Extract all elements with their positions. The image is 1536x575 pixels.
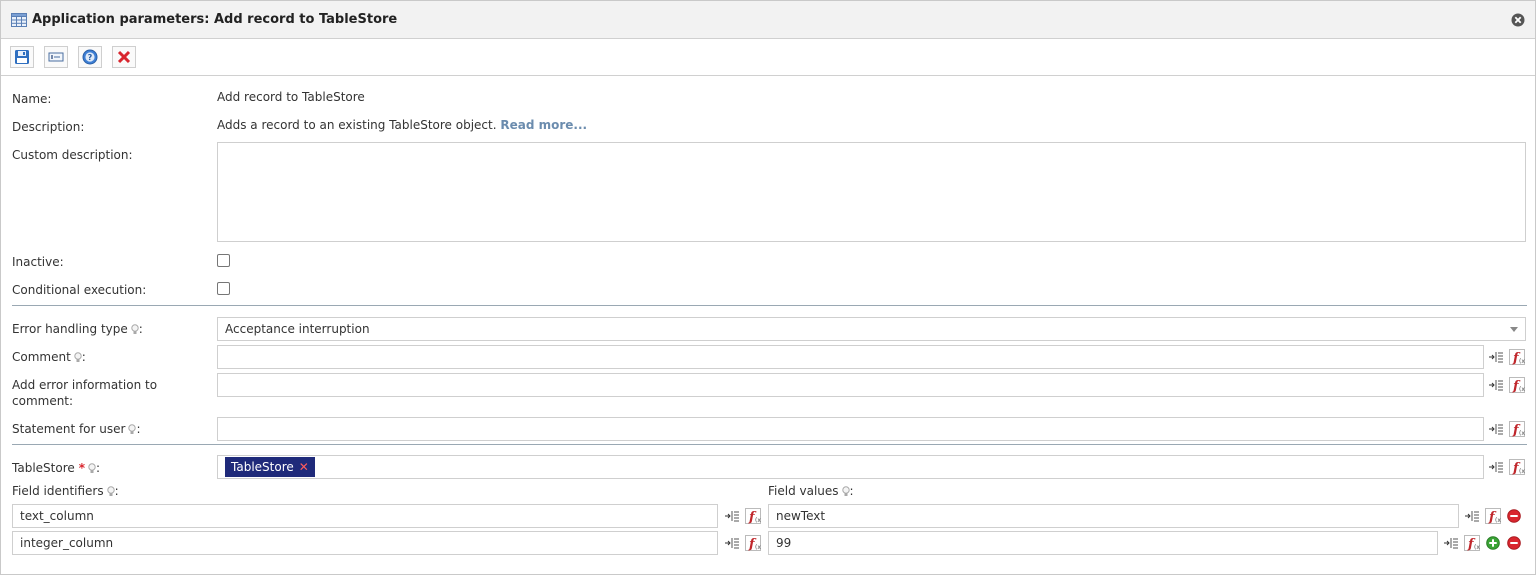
read-more-link[interactable]: Read more...	[500, 118, 587, 132]
svg-text:(x): (x)	[755, 517, 761, 524]
colon: :	[81, 350, 86, 364]
colon: :	[849, 484, 854, 498]
field-identifier-input[interactable]: text_column	[12, 504, 718, 528]
formula-icon[interactable]: f(x)	[1509, 377, 1525, 393]
conditional-execution-checkbox[interactable]	[217, 282, 230, 295]
custom-description-textarea[interactable]	[217, 142, 1526, 242]
statement-label: Statement for user:	[12, 422, 141, 436]
hint-bulb-icon[interactable]	[74, 352, 82, 363]
inactive-label: Inactive:	[12, 255, 64, 269]
help-icon: ?	[82, 49, 98, 65]
tag-remove-icon[interactable]: ✕	[299, 460, 309, 474]
comment-label-text: Comment	[12, 350, 71, 364]
colon: :	[96, 461, 101, 475]
statement-input[interactable]	[217, 417, 1484, 441]
red-x-icon	[117, 50, 131, 64]
error-handling-select[interactable]: Acceptance interruption	[217, 317, 1526, 341]
field-identifiers-label-text: Field identifiers	[12, 484, 104, 498]
field-values-label: Field values:	[768, 484, 854, 498]
tablestore-label: TableStore *:	[12, 461, 100, 475]
formula-icon[interactable]: f(x)	[1509, 421, 1525, 437]
svg-text:(x): (x)	[1519, 430, 1525, 437]
field-identifier-input[interactable]: integer_column	[12, 531, 718, 555]
svg-text:(x): (x)	[1495, 517, 1501, 524]
comment-label: Comment:	[12, 350, 86, 364]
formula-icon[interactable]: f(x)	[1485, 508, 1501, 524]
hint-bulb-icon[interactable]	[841, 486, 850, 497]
table-icon	[11, 13, 27, 27]
hint-bulb-icon[interactable]	[106, 486, 115, 497]
description-value: Adds a record to an existing TableStore …	[217, 118, 587, 132]
svg-text:(x): (x)	[1474, 544, 1480, 551]
add-error-input[interactable]	[217, 373, 1484, 397]
insert-variable-icon[interactable]	[1488, 459, 1504, 475]
formula-icon[interactable]: f(x)	[745, 535, 761, 551]
svg-text:(x): (x)	[1519, 468, 1525, 475]
add-row-icon[interactable]	[1486, 536, 1500, 550]
floppy-icon	[15, 50, 29, 64]
add-error-label-line2: comment:	[12, 394, 74, 408]
add-error-label-line1: Add error information to	[12, 378, 158, 392]
insert-variable-icon[interactable]	[1488, 377, 1504, 393]
inactive-checkbox[interactable]	[217, 254, 230, 267]
input-field-icon	[48, 52, 64, 62]
description-label: Description:	[12, 120, 85, 134]
insert-variable-icon[interactable]	[1443, 535, 1459, 551]
tablestore-label-text: TableStore	[12, 461, 75, 475]
hint-bulb-icon[interactable]	[88, 463, 96, 474]
comment-input[interactable]	[217, 345, 1484, 369]
field-value-input[interactable]: 99	[768, 531, 1438, 555]
remove-row-icon[interactable]	[1507, 509, 1521, 523]
svg-text:(x): (x)	[1519, 358, 1525, 365]
error-handling-value: Acceptance interruption	[225, 322, 370, 336]
insert-variable-icon[interactable]	[724, 535, 740, 551]
hint-bulb-icon[interactable]	[131, 324, 139, 335]
field-identifiers-label: Field identifiers:	[12, 484, 119, 498]
statement-label-text: Statement for user	[12, 422, 126, 436]
error-handling-label-text: Error handling type	[12, 322, 128, 336]
formula-icon[interactable]: f(x)	[1509, 349, 1525, 365]
tablestore-tag[interactable]: TableStore ✕	[225, 457, 315, 477]
field-values-label-text: Field values	[768, 484, 839, 498]
formula-icon[interactable]: f(x)	[1464, 535, 1480, 551]
toolbar: ?	[1, 39, 1535, 76]
section-divider	[12, 444, 1527, 445]
name-value: Add record to TableStore	[217, 90, 365, 104]
formula-icon[interactable]: f(x)	[1509, 459, 1525, 475]
tablestore-input[interactable]	[217, 455, 1484, 479]
tablestore-tag-label: TableStore	[231, 460, 294, 474]
close-circle-icon[interactable]	[1511, 13, 1525, 27]
custom-description-label: Custom description:	[12, 148, 133, 162]
svg-text:(x): (x)	[1519, 386, 1525, 393]
dialog-window: Application parameters: Add record to Ta…	[0, 0, 1536, 575]
help-button[interactable]: ?	[78, 46, 102, 68]
svg-text:?: ?	[88, 53, 93, 62]
insert-variable-icon[interactable]	[1464, 508, 1480, 524]
error-handling-label: Error handling type:	[12, 322, 143, 336]
colon: :	[136, 422, 141, 436]
input-field-button[interactable]	[44, 46, 68, 68]
colon: :	[138, 322, 143, 336]
window-title: Application parameters: Add record to Ta…	[32, 12, 398, 27]
dropdown-arrow-icon	[1510, 327, 1518, 332]
insert-variable-icon[interactable]	[724, 508, 740, 524]
conditional-execution-label: Conditional execution:	[12, 283, 147, 297]
insert-variable-icon[interactable]	[1488, 349, 1504, 365]
required-marker: *	[78, 461, 86, 475]
save-button[interactable]	[10, 46, 34, 68]
colon: :	[114, 484, 119, 498]
field-value-input[interactable]: newText	[768, 504, 1459, 528]
description-text: Adds a record to an existing TableStore …	[217, 118, 497, 132]
cancel-button[interactable]	[112, 46, 136, 68]
name-label: Name:	[12, 92, 52, 106]
insert-variable-icon[interactable]	[1488, 421, 1504, 437]
section-divider	[12, 305, 1527, 306]
formula-icon[interactable]: f(x)	[745, 508, 761, 524]
remove-row-icon[interactable]	[1507, 536, 1521, 550]
title-bar: Application parameters: Add record to Ta…	[1, 1, 1535, 39]
svg-text:(x): (x)	[755, 544, 761, 551]
